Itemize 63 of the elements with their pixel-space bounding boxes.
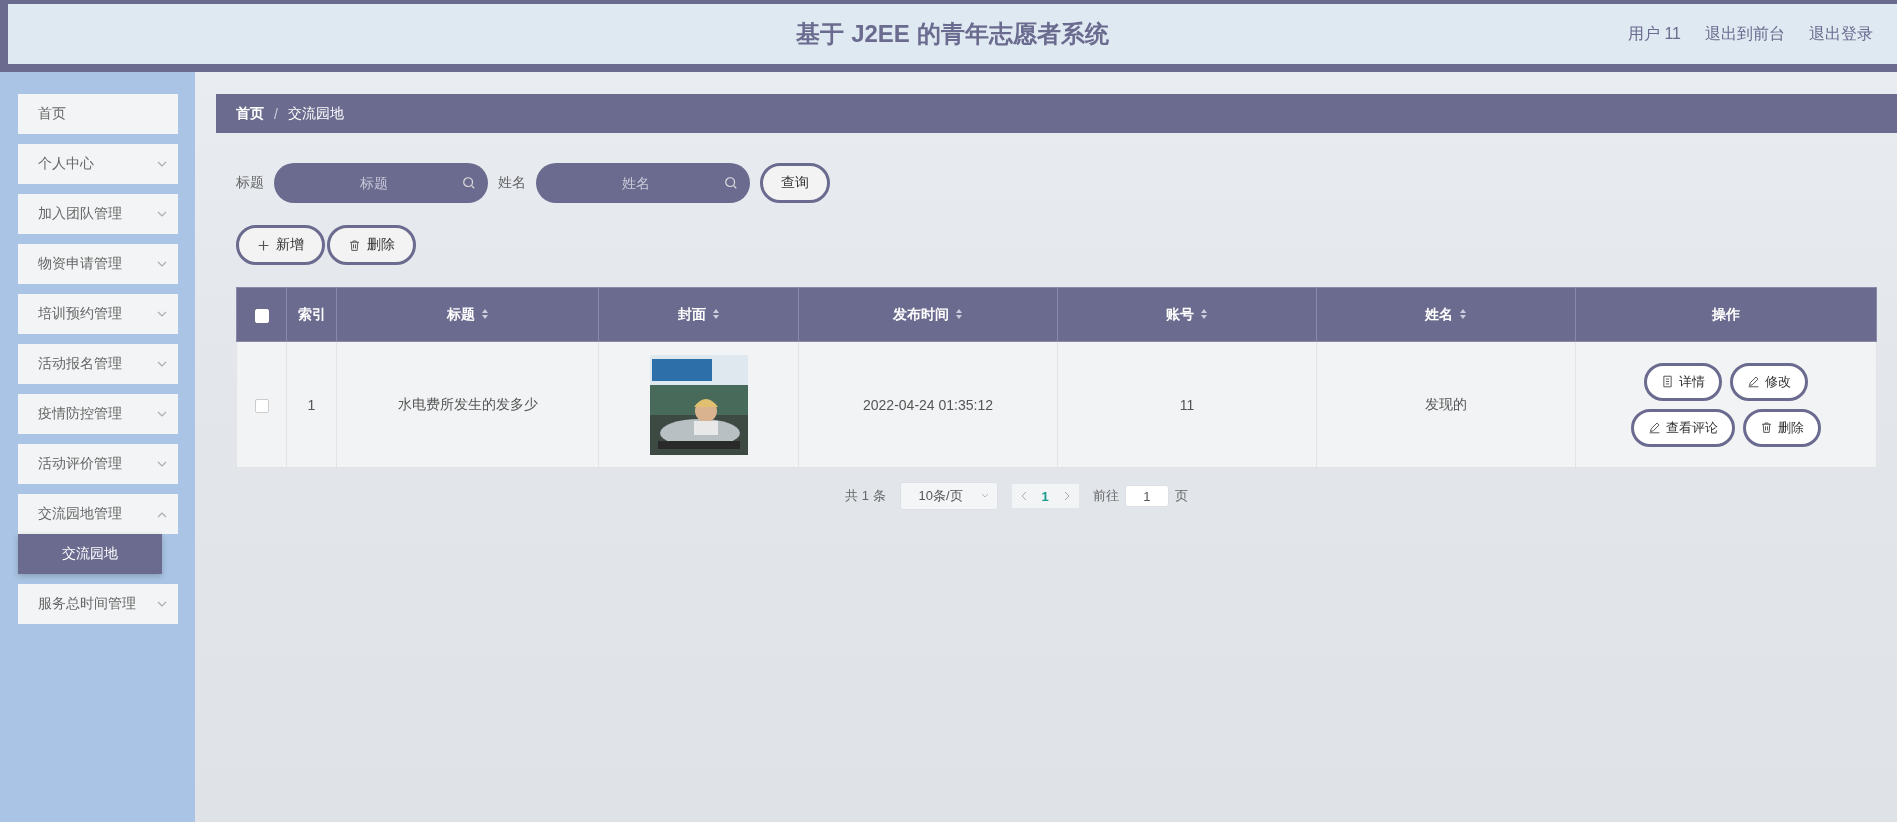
checkbox[interactable]: [254, 398, 269, 413]
field-label: 标题: [236, 174, 264, 192]
search-field[interactable]: 姓名: [536, 163, 750, 203]
column-header[interactable]: 标题: [336, 287, 599, 342]
breadcrumb-separator: /: [274, 105, 278, 122]
sidebar-item[interactable]: 首页: [18, 94, 178, 134]
table-cell: 1: [286, 341, 337, 468]
sidebar-item[interactable]: 疫情防控管理: [18, 394, 178, 434]
sidebar-item[interactable]: 培训预约管理: [18, 294, 178, 334]
table-cell: 2022-04-24 01:35:12: [798, 341, 1058, 468]
field-label: 姓名: [498, 174, 526, 192]
table-cell: 11: [1057, 341, 1317, 468]
sidebar-item[interactable]: 活动报名管理: [18, 344, 178, 384]
delete-button[interactable]: 删除: [1743, 408, 1821, 447]
header-link[interactable]: 退出登录: [1809, 23, 1873, 45]
sort-icon: [955, 307, 963, 320]
column-header[interactable]: 封面: [598, 287, 799, 342]
total-count: 共 1 条: [845, 487, 886, 505]
delete-button[interactable]: 删除: [327, 225, 416, 265]
header-link[interactable]: 用户 11: [1627, 23, 1681, 45]
sidebar-item[interactable]: 活动评价管理: [18, 444, 178, 484]
chevron-right-icon: [1062, 491, 1071, 501]
page-size-select[interactable]: 10条/页: [899, 482, 998, 510]
trash-icon: [1760, 421, 1773, 434]
chevron-left-icon: [1019, 491, 1028, 501]
search-field[interactable]: 标题: [274, 163, 488, 203]
sort-icon: [1459, 307, 1467, 320]
page-number[interactable]: 1: [1041, 488, 1049, 504]
search-icon: [462, 176, 476, 190]
trash-icon: [348, 238, 361, 252]
header-link[interactable]: 退出到前台: [1705, 23, 1785, 45]
document-icon: [1661, 375, 1674, 388]
sidebar-item[interactable]: 个人中心: [18, 144, 178, 184]
edit-button[interactable]: 查看评论: [1631, 408, 1735, 447]
app-title: 基于 J2EE 的青年志愿者系统: [796, 20, 1109, 47]
sort-icon: [480, 307, 489, 320]
pencil-icon: [1648, 421, 1661, 434]
edit-button[interactable]: 修改: [1730, 362, 1808, 401]
column-header: 索引: [286, 287, 337, 342]
table-cell: 水电费所发生的发多少: [336, 341, 599, 468]
column-header: 操作: [1575, 287, 1877, 342]
sidebar-item[interactable]: 交流园地管理: [18, 494, 178, 534]
pencil-icon: [1747, 375, 1760, 388]
column-header[interactable]: 姓名: [1316, 287, 1576, 342]
column-header[interactable]: 账号: [1057, 287, 1317, 342]
goto-label: 前往: [1092, 487, 1119, 505]
sidebar-item[interactable]: 服务总时间管理: [18, 584, 178, 624]
page-input[interactable]: 1: [1124, 485, 1169, 507]
add-button[interactable]: 新增: [236, 225, 325, 265]
details-button[interactable]: 详情: [1644, 362, 1722, 401]
breadcrumb-link[interactable]: 交流园地: [287, 104, 344, 123]
breadcrumb-link[interactable]: 首页: [236, 104, 264, 123]
sort-icon: [711, 307, 720, 320]
search-button[interactable]: 查询: [760, 163, 830, 203]
table-cell: 发现的: [1316, 341, 1576, 468]
search-icon: [724, 176, 738, 190]
sort-icon: [1200, 307, 1208, 320]
plus-icon: [257, 238, 270, 252]
page-suffix: 页: [1174, 487, 1188, 505]
column-header[interactable]: 发布时间: [798, 287, 1058, 342]
sidebar-item[interactable]: 物资申请管理: [18, 244, 178, 284]
submenu-item[interactable]: 交流园地: [18, 534, 162, 574]
sidebar-item[interactable]: 加入团队管理: [18, 194, 178, 234]
